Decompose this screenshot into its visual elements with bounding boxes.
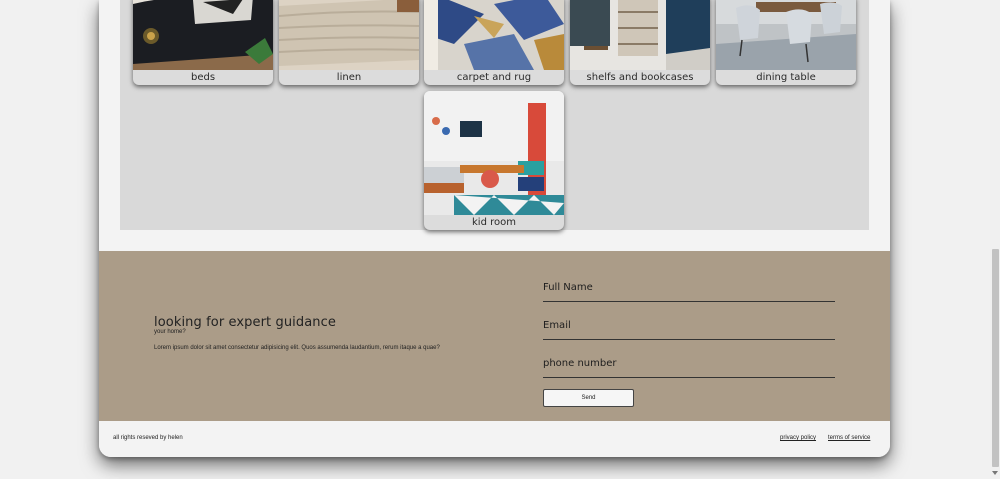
- category-card-beds[interactable]: beds: [133, 0, 273, 85]
- contact-subtitle: your home?: [154, 329, 186, 335]
- scrollbar-thumb[interactable]: [992, 249, 999, 467]
- beds-image: [133, 0, 273, 70]
- category-label: shelfs and bookcases: [586, 72, 694, 83]
- privacy-policy-link[interactable]: privacy policy: [780, 435, 816, 441]
- copyright-text: all rights reseved by helen: [113, 435, 183, 441]
- category-card-dining-table[interactable]: dining table: [716, 0, 856, 85]
- category-label: carpet and rug: [456, 72, 532, 83]
- email-field[interactable]: Email: [543, 318, 835, 340]
- category-card-linen[interactable]: linen: [279, 0, 419, 85]
- contact-description: Lorem ipsum dolor sit amet consectetur a…: [154, 345, 440, 351]
- dining-image: [716, 0, 856, 70]
- page-container: beds linen carpet and rug shelfs and boo…: [99, 0, 890, 457]
- scroll-down-arrow-icon[interactable]: [992, 471, 998, 475]
- category-card-shelfs-and-bookcases[interactable]: shelfs and bookcases: [570, 0, 710, 85]
- phone-number-label: phone number: [543, 358, 617, 369]
- phone-number-field[interactable]: phone number: [543, 356, 835, 378]
- send-button[interactable]: Send: [543, 389, 634, 407]
- category-card-kid-room[interactable]: kid room: [424, 91, 564, 230]
- category-label: kid room: [472, 217, 516, 228]
- category-gallery: beds linen carpet and rug shelfs and boo…: [120, 0, 869, 230]
- full-name-label: Full Name: [543, 282, 593, 293]
- shelfs-image: [570, 0, 710, 70]
- footer: all rights reseved by helen privacy poli…: [99, 421, 890, 457]
- category-card-carpet-and-rug[interactable]: carpet and rug: [424, 0, 564, 85]
- full-name-field[interactable]: Full Name: [543, 280, 835, 302]
- contact-title: looking for expert guidance: [154, 315, 336, 330]
- kid-room-image: [424, 91, 564, 215]
- linen-image: [279, 0, 419, 70]
- email-label: Email: [543, 320, 571, 331]
- contact-section: looking for expert guidance your home? L…: [99, 251, 890, 421]
- category-label: beds: [190, 72, 216, 83]
- terms-of-service-link[interactable]: terms of service: [828, 435, 870, 441]
- category-label: dining table: [756, 72, 816, 83]
- category-label: linen: [336, 72, 362, 83]
- carpet-image: [424, 0, 564, 70]
- page-scrollbar[interactable]: [990, 0, 1000, 479]
